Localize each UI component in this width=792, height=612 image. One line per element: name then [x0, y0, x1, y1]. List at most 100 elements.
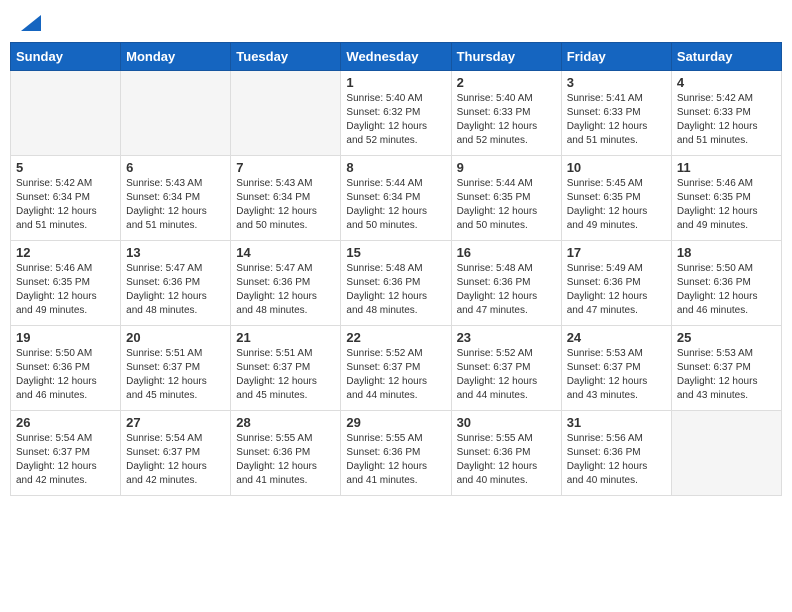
calendar-cell: 29 Sunrise: 5:55 AM Sunset: 6:36 PM Dayli… — [341, 411, 451, 496]
weekday-header-row: SundayMondayTuesdayWednesdayThursdayFrid… — [11, 43, 782, 71]
calendar-cell: 15 Sunrise: 5:48 AM Sunset: 6:36 PM Dayli… — [341, 241, 451, 326]
day-number: 26 — [16, 415, 115, 430]
calendar-cell: 21 Sunrise: 5:51 AM Sunset: 6:37 PM Dayli… — [231, 326, 341, 411]
calendar-cell: 17 Sunrise: 5:49 AM Sunset: 6:36 PM Dayli… — [561, 241, 671, 326]
calendar-week-3: 12 Sunrise: 5:46 AM Sunset: 6:35 PM Dayli… — [11, 241, 782, 326]
calendar-week-5: 26 Sunrise: 5:54 AM Sunset: 6:37 PM Dayli… — [11, 411, 782, 496]
calendar-cell: 25 Sunrise: 5:53 AM Sunset: 6:37 PM Dayli… — [671, 326, 781, 411]
day-number: 21 — [236, 330, 335, 345]
day-number: 2 — [457, 75, 556, 90]
day-info: Sunrise: 5:47 AM Sunset: 6:36 PM Dayligh… — [236, 262, 335, 318]
day-number: 8 — [346, 160, 445, 175]
day-info: Sunrise: 5:51 AM Sunset: 6:37 PM Dayligh… — [236, 347, 335, 403]
calendar-table: SundayMondayTuesdayWednesdayThursdayFrid… — [10, 42, 782, 496]
day-number: 24 — [567, 330, 666, 345]
calendar-week-2: 5Sunrise: 5:42 AM Sunset: 6:34 PM Daylig… — [11, 156, 782, 241]
day-number: 4 — [677, 75, 776, 90]
day-info: Sunrise: 5:48 AM Sunset: 6:36 PM Dayligh… — [457, 262, 556, 318]
calendar-cell: 5Sunrise: 5:42 AM Sunset: 6:34 PM Daylig… — [11, 156, 121, 241]
day-info: Sunrise: 5:52 AM Sunset: 6:37 PM Dayligh… — [346, 347, 445, 403]
day-number: 7 — [236, 160, 335, 175]
day-info: Sunrise: 5:42 AM Sunset: 6:33 PM Dayligh… — [677, 92, 776, 148]
day-number: 20 — [126, 330, 225, 345]
calendar-cell: 22 Sunrise: 5:52 AM Sunset: 6:37 PM Dayli… — [341, 326, 451, 411]
page-header — [10, 10, 782, 32]
day-number: 23 — [457, 330, 556, 345]
day-info: Sunrise: 5:54 AM Sunset: 6:37 PM Dayligh… — [16, 432, 115, 488]
day-number: 28 — [236, 415, 335, 430]
day-number: 13 — [126, 245, 225, 260]
day-info: Sunrise: 5:44 AM Sunset: 6:34 PM Dayligh… — [346, 177, 445, 233]
calendar-cell: 1Sunrise: 5:40 AM Sunset: 6:32 PM Daylig… — [341, 71, 451, 156]
day-info: Sunrise: 5:54 AM Sunset: 6:37 PM Dayligh… — [126, 432, 225, 488]
day-number: 6 — [126, 160, 225, 175]
calendar-cell: 24Sunrise: 5:53 AM Sunset: 6:37 PM Dayli… — [561, 326, 671, 411]
day-info: Sunrise: 5:46 AM Sunset: 6:35 PM Dayligh… — [677, 177, 776, 233]
calendar-week-4: 19 Sunrise: 5:50 AM Sunset: 6:36 PM Dayli… — [11, 326, 782, 411]
day-info: Sunrise: 5:43 AM Sunset: 6:34 PM Dayligh… — [236, 177, 335, 233]
day-info: Sunrise: 5:49 AM Sunset: 6:36 PM Dayligh… — [567, 262, 666, 318]
day-number: 12 — [16, 245, 115, 260]
weekday-header-monday: Monday — [121, 43, 231, 71]
calendar-cell: 14 Sunrise: 5:47 AM Sunset: 6:36 PM Dayli… — [231, 241, 341, 326]
day-info: Sunrise: 5:50 AM Sunset: 6:36 PM Dayligh… — [16, 347, 115, 403]
calendar-cell: 11 Sunrise: 5:46 AM Sunset: 6:35 PM Dayli… — [671, 156, 781, 241]
day-info: Sunrise: 5:52 AM Sunset: 6:37 PM Dayligh… — [457, 347, 556, 403]
day-number: 17 — [567, 245, 666, 260]
calendar-cell: 26 Sunrise: 5:54 AM Sunset: 6:37 PM Dayli… — [11, 411, 121, 496]
weekday-header-saturday: Saturday — [671, 43, 781, 71]
logo-icon — [21, 15, 41, 31]
day-info: Sunrise: 5:53 AM Sunset: 6:37 PM Dayligh… — [677, 347, 776, 403]
day-number: 25 — [677, 330, 776, 345]
calendar-cell: 28Sunrise: 5:55 AM Sunset: 6:36 PM Dayli… — [231, 411, 341, 496]
day-info: Sunrise: 5:48 AM Sunset: 6:36 PM Dayligh… — [346, 262, 445, 318]
day-number: 30 — [457, 415, 556, 430]
day-info: Sunrise: 5:40 AM Sunset: 6:33 PM Dayligh… — [457, 92, 556, 148]
day-number: 15 — [346, 245, 445, 260]
day-info: Sunrise: 5:46 AM Sunset: 6:35 PM Dayligh… — [16, 262, 115, 318]
day-number: 31 — [567, 415, 666, 430]
calendar-cell: 2 Sunrise: 5:40 AM Sunset: 6:33 PM Daylig… — [451, 71, 561, 156]
calendar-cell: 19 Sunrise: 5:50 AM Sunset: 6:36 PM Dayli… — [11, 326, 121, 411]
day-number: 11 — [677, 160, 776, 175]
day-number: 29 — [346, 415, 445, 430]
calendar-cell: 8 Sunrise: 5:44 AM Sunset: 6:34 PM Daylig… — [341, 156, 451, 241]
day-info: Sunrise: 5:55 AM Sunset: 6:36 PM Dayligh… — [457, 432, 556, 488]
day-info: Sunrise: 5:50 AM Sunset: 6:36 PM Dayligh… — [677, 262, 776, 318]
day-number: 18 — [677, 245, 776, 260]
calendar-cell: 9Sunrise: 5:44 AM Sunset: 6:35 PM Daylig… — [451, 156, 561, 241]
weekday-header-friday: Friday — [561, 43, 671, 71]
calendar-cell: 13 Sunrise: 5:47 AM Sunset: 6:36 PM Dayli… — [121, 241, 231, 326]
calendar-cell: 6Sunrise: 5:43 AM Sunset: 6:34 PM Daylig… — [121, 156, 231, 241]
calendar-cell: 20 Sunrise: 5:51 AM Sunset: 6:37 PM Dayli… — [121, 326, 231, 411]
weekday-header-tuesday: Tuesday — [231, 43, 341, 71]
calendar-cell: 16 Sunrise: 5:48 AM Sunset: 6:36 PM Dayli… — [451, 241, 561, 326]
weekday-header-wednesday: Wednesday — [341, 43, 451, 71]
calendar-cell: 31Sunrise: 5:56 AM Sunset: 6:36 PM Dayli… — [561, 411, 671, 496]
day-info: Sunrise: 5:45 AM Sunset: 6:35 PM Dayligh… — [567, 177, 666, 233]
day-number: 10 — [567, 160, 666, 175]
day-number: 22 — [346, 330, 445, 345]
calendar-cell: 3Sunrise: 5:41 AM Sunset: 6:33 PM Daylig… — [561, 71, 671, 156]
day-number: 16 — [457, 245, 556, 260]
day-number: 14 — [236, 245, 335, 260]
calendar-cell — [231, 71, 341, 156]
day-info: Sunrise: 5:55 AM Sunset: 6:36 PM Dayligh… — [346, 432, 445, 488]
day-info: Sunrise: 5:40 AM Sunset: 6:32 PM Dayligh… — [346, 92, 445, 148]
weekday-header-sunday: Sunday — [11, 43, 121, 71]
calendar-cell: 30 Sunrise: 5:55 AM Sunset: 6:36 PM Dayli… — [451, 411, 561, 496]
day-info: Sunrise: 5:51 AM Sunset: 6:37 PM Dayligh… — [126, 347, 225, 403]
calendar-cell: 7 Sunrise: 5:43 AM Sunset: 6:34 PM Daylig… — [231, 156, 341, 241]
calendar-cell: 10 Sunrise: 5:45 AM Sunset: 6:35 PM Dayli… — [561, 156, 671, 241]
calendar-cell: 18 Sunrise: 5:50 AM Sunset: 6:36 PM Dayli… — [671, 241, 781, 326]
logo — [20, 15, 42, 27]
day-info: Sunrise: 5:47 AM Sunset: 6:36 PM Dayligh… — [126, 262, 225, 318]
calendar-week-1: 1Sunrise: 5:40 AM Sunset: 6:32 PM Daylig… — [11, 71, 782, 156]
day-info: Sunrise: 5:44 AM Sunset: 6:35 PM Dayligh… — [457, 177, 556, 233]
day-info: Sunrise: 5:41 AM Sunset: 6:33 PM Dayligh… — [567, 92, 666, 148]
calendar-cell — [121, 71, 231, 156]
day-number: 19 — [16, 330, 115, 345]
day-number: 27 — [126, 415, 225, 430]
weekday-header-thursday: Thursday — [451, 43, 561, 71]
calendar-cell — [671, 411, 781, 496]
